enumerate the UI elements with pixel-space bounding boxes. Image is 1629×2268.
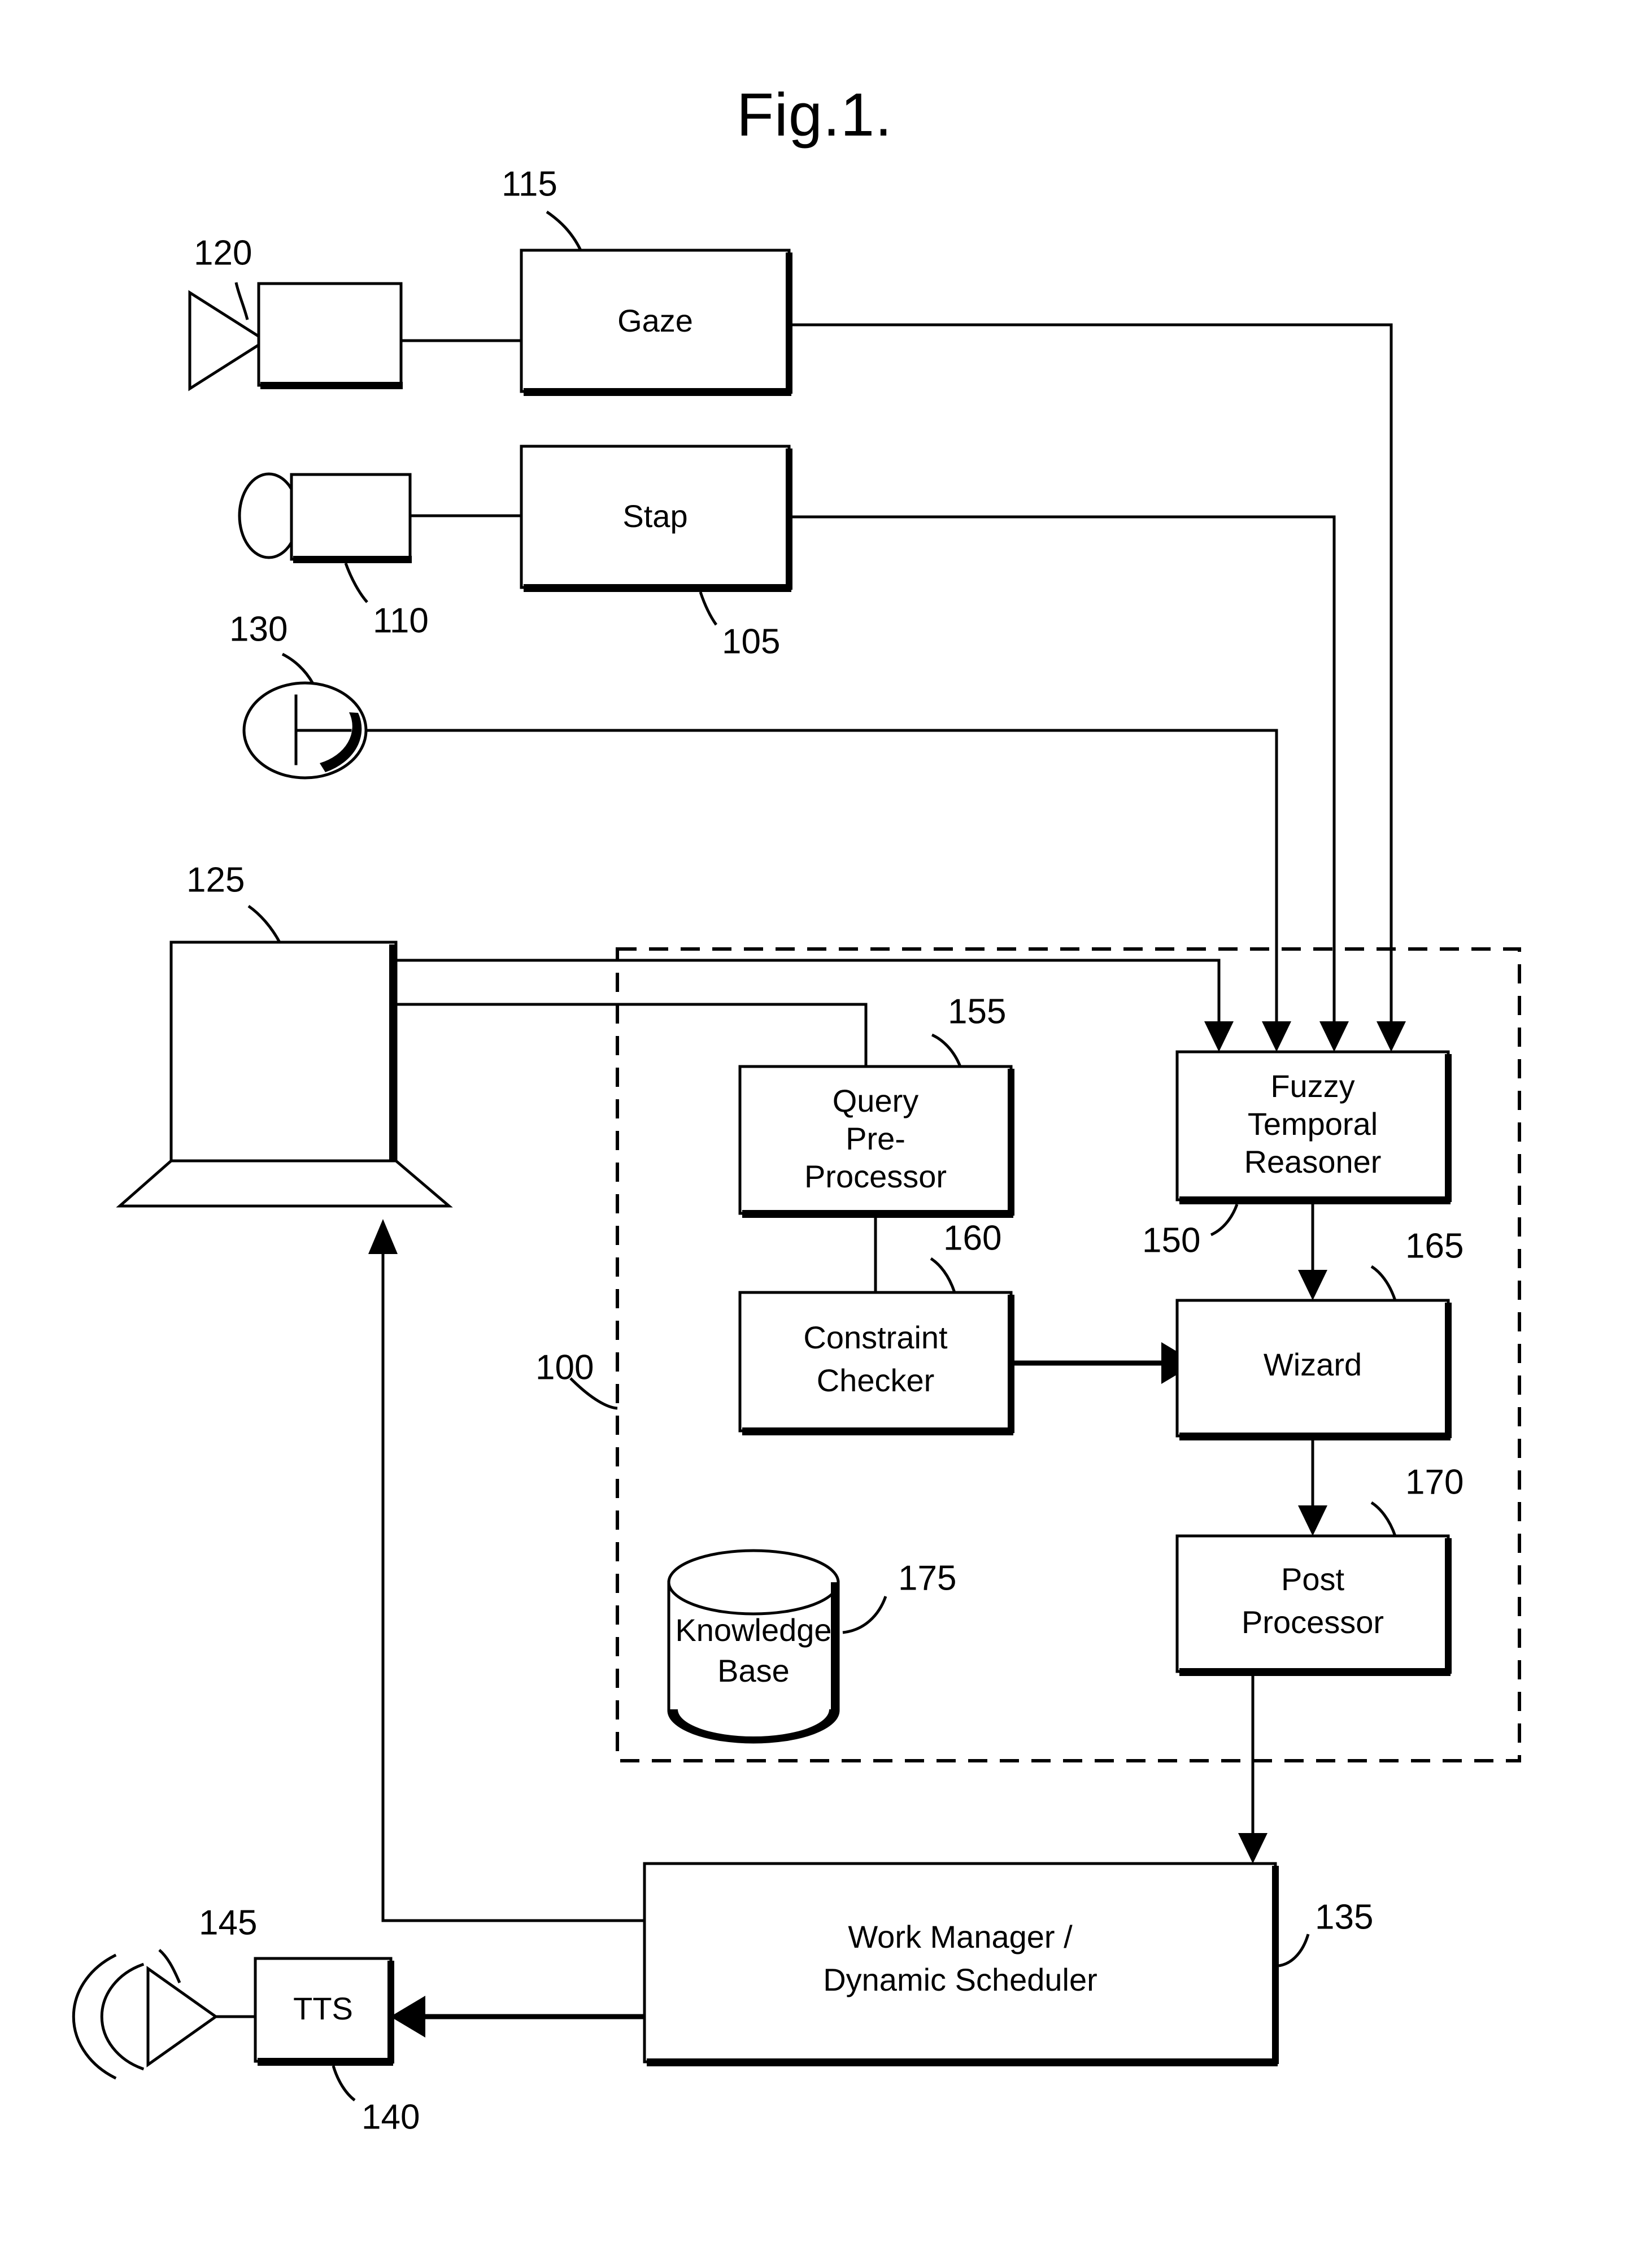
block-diagram: 120 Gaze 115 110 Stap 105 130 125 100 Qu…: [72, 164, 1521, 2136]
leader-115: [546, 210, 582, 251]
ref-130: 130: [229, 610, 288, 648]
leader-155: [931, 1033, 962, 1067]
tts-label: TTS: [293, 1991, 353, 2026]
cc-line1: Constraint: [803, 1320, 948, 1355]
leader-110: [344, 563, 368, 603]
microphone-icon: [238, 472, 412, 563]
wm-line2: Dynamic Scheduler: [823, 1962, 1097, 1997]
arrowhead-wizard-post: [1298, 1505, 1327, 1536]
wizard-label: Wizard: [1264, 1347, 1362, 1382]
ref-175: 175: [898, 1559, 956, 1597]
post-line2: Processor: [1242, 1604, 1384, 1640]
wire-laptop-out-1: [394, 959, 1221, 1023]
leader-175: [842, 1596, 887, 1634]
block-constraint-checker: Constraint Checker: [738, 1291, 1014, 1435]
ref-155: 155: [948, 992, 1006, 1031]
patent-figure-page: Fig.1. 120 Gaze 115 110 Stap 105 130 125…: [0, 0, 1629, 2268]
ref-140: 140: [361, 2097, 420, 2136]
arrowhead-gaze-ftr: [1377, 1021, 1406, 1052]
knowledge-base-icon: Knowledge Base: [667, 1549, 840, 1744]
laptop-icon: [116, 941, 453, 1208]
leader-160: [930, 1257, 956, 1293]
arrowhead-clock-ftr: [1262, 1021, 1291, 1052]
ftr-line2: Temporal: [1248, 1106, 1378, 1142]
block-fuzzy-temporal-reasoner: Fuzzy Temporal Reasoner: [1175, 1050, 1452, 1204]
block-work-manager: Work Manager / Dynamic Scheduler: [643, 1862, 1279, 2066]
ref-160: 160: [943, 1218, 1001, 1257]
qpp-line2: Pre-: [846, 1121, 905, 1156]
ref-120: 120: [194, 233, 252, 272]
block-gaze-label: Gaze: [617, 303, 693, 338]
leader-135: [1278, 1934, 1310, 1967]
ref-135: 135: [1315, 1897, 1373, 1936]
leader-125: [247, 904, 281, 943]
arrowhead-laptop-ftr: [1204, 1021, 1234, 1052]
leader-140: [332, 2065, 356, 2101]
ref-100: 100: [535, 1348, 594, 1387]
leader-150: [1210, 1204, 1239, 1237]
post-line1: Post: [1281, 1561, 1344, 1597]
ref-125: 125: [186, 860, 245, 899]
arrowhead-workmgr-laptop: [368, 1219, 398, 1254]
block-stap-label: Stap: [622, 498, 687, 534]
ref-150: 150: [1142, 1221, 1200, 1260]
block-stap: Stap: [520, 445, 792, 592]
ref-165: 165: [1405, 1226, 1464, 1265]
arrowhead-ftr-wizard: [1298, 1270, 1327, 1300]
arrowhead-workmgr-tts: [390, 1996, 425, 2038]
wire-laptop-out-2: [394, 1003, 868, 1068]
ftr-line3: Reasoner: [1244, 1144, 1382, 1179]
arrowhead-stap-ftr: [1319, 1021, 1349, 1052]
ref-105: 105: [722, 622, 780, 661]
wm-line1: Work Manager /: [848, 1919, 1073, 1954]
wire-workmgr-laptop: [381, 1252, 646, 1922]
camera-icon: [188, 282, 403, 391]
block-gaze: Gaze: [520, 249, 792, 396]
ref-115: 115: [502, 164, 557, 203]
qpp-line3: Processor: [804, 1159, 947, 1194]
leader-105: [699, 591, 718, 626]
qpp-line1: Query: [833, 1083, 919, 1118]
leader-130: [281, 652, 315, 685]
speaker-icon: [72, 1953, 219, 2080]
block-tts: TTS: [254, 1957, 394, 2066]
wire-clock-to-ftr: [364, 729, 1278, 1023]
block-wizard: Wizard: [1175, 1299, 1452, 1440]
leader-120: [234, 282, 249, 320]
block-post-processor: Post Processor: [1175, 1534, 1452, 1676]
ref-110: 110: [373, 601, 429, 640]
cc-line2: Checker: [817, 1362, 935, 1398]
wire-stap-to-ftr: [790, 515, 1336, 1023]
ref-145: 145: [199, 1903, 257, 1942]
clock-icon: [242, 681, 368, 780]
ftr-line1: Fuzzy: [1270, 1068, 1354, 1104]
wire-gaze-to-ftr: [790, 323, 1393, 1023]
leader-170: [1370, 1501, 1397, 1536]
arrowhead-post-workmgr: [1238, 1833, 1268, 1864]
block-query-pre-processor: Query Pre- Processor: [738, 1065, 1014, 1218]
kb-line1: Knowledge: [675, 1612, 831, 1648]
leader-165: [1370, 1265, 1397, 1301]
ref-170: 170: [1405, 1462, 1464, 1501]
kb-line2: Base: [717, 1653, 790, 1688]
